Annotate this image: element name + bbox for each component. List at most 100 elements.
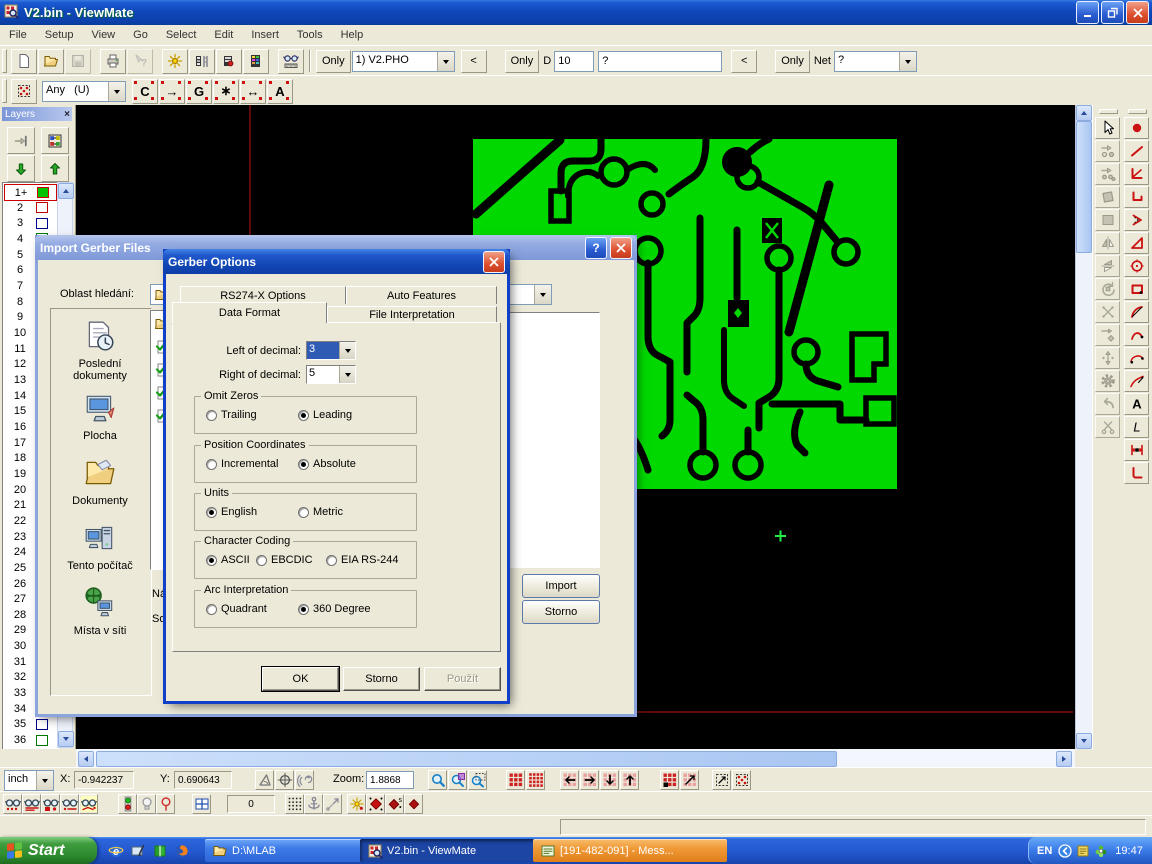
lamp-off-button[interactable] <box>137 794 156 814</box>
canvas-vscroll-thumb[interactable] <box>1076 121 1092 253</box>
radio-english[interactable]: English <box>203 506 260 518</box>
draw-text-l-button[interactable]: L <box>1124 416 1149 438</box>
import-cancel-button[interactable]: Storno <box>522 600 600 624</box>
cut-points-button[interactable] <box>1095 416 1120 438</box>
layer-down-button[interactable] <box>7 155 35 182</box>
prev-layer-button[interactable]: < <box>461 50 487 73</box>
grid-shift-button[interactable] <box>680 770 699 790</box>
film-select-button[interactable] <box>216 49 242 74</box>
canvas-vscrollbar[interactable] <box>1075 105 1092 749</box>
menu-setup[interactable]: Setup <box>36 27 83 43</box>
view-dcode-mixed-button[interactable] <box>60 794 79 814</box>
layers-close-icon[interactable]: × <box>64 109 70 120</box>
view-dcode-lines-button[interactable] <box>22 794 41 814</box>
select-component-button[interactable]: C <box>132 79 158 104</box>
measure-angle-button[interactable] <box>255 770 274 790</box>
place-dokumenty[interactable]: Dokumenty <box>52 456 148 507</box>
view-dcode-flag-button[interactable] <box>79 794 98 814</box>
restore-button[interactable] <box>1101 1 1124 24</box>
tile-view-button[interactable] <box>192 794 211 814</box>
draw-rectangle-button[interactable] <box>1124 278 1149 300</box>
canvas-hscroll-thumb[interactable] <box>96 751 837 767</box>
open-folder-button[interactable] <box>38 49 64 74</box>
transform-button[interactable] <box>1095 324 1120 346</box>
radio-incremental[interactable]: Incremental <box>203 458 281 470</box>
radio-360-degree[interactable]: 360 Degree <box>295 603 374 615</box>
view-dcode-dots-button[interactable] <box>3 794 22 814</box>
print-button[interactable] <box>100 49 126 74</box>
right-of-decimal-combo[interactable]: 5 <box>306 365 356 384</box>
layer-stack-button[interactable] <box>41 127 69 154</box>
minimize-button[interactable] <box>1076 1 1099 24</box>
quicklaunch-internet-explorer[interactable]: e <box>106 841 125 860</box>
save-button[interactable] <box>65 49 91 74</box>
radio-ebcdic[interactable]: EBCDIC <box>253 554 316 566</box>
layer-combo-drop[interactable] <box>437 52 454 71</box>
toolbar-handle[interactable] <box>2 79 7 103</box>
import-help-button[interactable]: ? <box>585 237 607 259</box>
toggle-active-button[interactable] <box>118 794 137 814</box>
settings-gear-button[interactable] <box>1095 370 1120 392</box>
radio-eia-rs-244[interactable]: EIA RS-244 <box>323 554 401 566</box>
anchor-button[interactable] <box>304 794 323 814</box>
pad-diamond-button[interactable] <box>366 794 385 814</box>
draw-pad-button[interactable] <box>1124 117 1149 139</box>
select-gerber-button[interactable]: G <box>186 79 212 104</box>
layers-scroll-up[interactable] <box>58 183 74 199</box>
preview-list[interactable] <box>508 312 600 568</box>
stretch-points-button[interactable] <box>323 794 342 814</box>
view-dcode-pads-button[interactable] <box>41 794 60 814</box>
left-of-decimal-drop[interactable] <box>339 342 355 359</box>
select-cursor-button[interactable] <box>1095 117 1120 139</box>
probe-locate-button[interactable] <box>295 770 314 790</box>
tab-data-format[interactable]: Data Format <box>172 302 327 323</box>
draw-text-a-button[interactable]: A <box>1124 393 1149 415</box>
net-combo-drop[interactable] <box>899 52 916 71</box>
offset-value[interactable]: 0 <box>227 795 275 813</box>
menu-insert[interactable]: Insert <box>242 27 288 43</box>
select-move-button[interactable]: → <box>159 79 185 104</box>
draw-dimension-button[interactable] <box>1124 439 1149 461</box>
explode-button[interactable] <box>1095 301 1120 323</box>
prev-net-button[interactable]: < <box>731 50 757 73</box>
select-points-icon[interactable] <box>11 79 37 104</box>
zoom-in-button[interactable] <box>428 770 447 790</box>
menu-help[interactable]: Help <box>332 27 373 43</box>
apply-button[interactable]: Použít <box>424 667 501 691</box>
right-of-decimal-drop[interactable] <box>339 366 355 383</box>
radio-ascii[interactable]: ASCII <box>203 554 253 566</box>
dot-matrix-button[interactable] <box>285 794 304 814</box>
layer-row-2[interactable]: 2 <box>4 200 55 216</box>
redraw-flash-button[interactable] <box>162 49 188 74</box>
look-in-drop[interactable] <box>534 285 551 304</box>
tab-auto-features[interactable]: Auto Features <box>346 286 497 304</box>
unit-combo-drop[interactable] <box>36 771 53 790</box>
draw-arc-button[interactable] <box>1124 301 1149 323</box>
import-button[interactable]: Import <box>522 574 600 598</box>
glasses-measure-icon[interactable] <box>278 49 304 74</box>
grid-coarse-button[interactable] <box>506 770 525 790</box>
copy-to-layer-button[interactable] <box>1095 163 1120 185</box>
draw-triangle-button[interactable] <box>1124 232 1149 254</box>
canvas-scroll-down[interactable] <box>1076 733 1092 749</box>
pad-diamond-s-button[interactable]: s <box>385 794 404 814</box>
radio-leading[interactable]: Leading <box>295 409 355 421</box>
draw-polyline-button[interactable] <box>1124 163 1149 185</box>
pan-up-button[interactable] <box>620 770 639 790</box>
place-tento-po-ta-[interactable]: Tento počítač <box>52 521 148 572</box>
draw-bracket-button[interactable] <box>1124 186 1149 208</box>
grid-fine-button[interactable] <box>526 770 545 790</box>
dcode-filter-input[interactable]: ? <box>598 51 722 72</box>
mirror-horizontal-button[interactable] <box>1095 232 1120 254</box>
unit-combo[interactable]: inch <box>4 770 54 791</box>
lamp-probe-button[interactable] <box>156 794 175 814</box>
dcode-input[interactable]: 10 <box>554 51 594 72</box>
close-button[interactable] <box>1126 1 1149 24</box>
place-posledn-dokumenty[interactable]: Poslední dokumenty <box>52 319 148 382</box>
layer-row-3[interactable]: 3 <box>4 215 55 231</box>
menu-edit[interactable]: Edit <box>205 27 242 43</box>
gerber-close-button[interactable] <box>483 251 505 273</box>
film-setup-button[interactable] <box>189 49 215 74</box>
pan-left-button[interactable] <box>560 770 579 790</box>
select-area-button[interactable] <box>712 770 731 790</box>
